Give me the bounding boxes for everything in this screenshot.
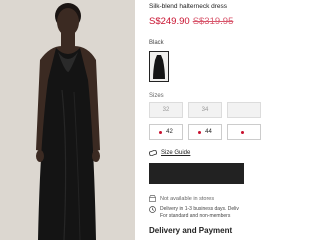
- size-label: 32: [162, 107, 170, 113]
- product-image[interactable]: [0, 0, 135, 240]
- delivery-info: Delivery in 1-3 business days. Deliv For…: [149, 206, 239, 220]
- original-price: S$319.95: [192, 16, 234, 27]
- delivery-icon: [149, 206, 156, 213]
- delivery-line-2: For standard and non-members: [160, 213, 231, 219]
- sizes-label: Sizes: [149, 93, 164, 99]
- size-option-42[interactable]: 42: [149, 124, 183, 140]
- size-label: 42: [166, 129, 173, 135]
- model-photo: [0, 0, 135, 240]
- size-guide-link[interactable]: Size Guide: [149, 150, 190, 156]
- product-title: Silk-blend halterneck dress: [149, 3, 228, 10]
- store-availability-text: Not available in stores: [160, 195, 215, 202]
- size-option-32[interactable]: 32: [149, 102, 183, 118]
- size-option[interactable]: [227, 124, 261, 140]
- add-to-bag-button[interactable]: [149, 163, 244, 184]
- low-stock-dot: [198, 130, 202, 134]
- size-label: 44: [205, 129, 212, 135]
- size-option-44[interactable]: 44: [188, 124, 222, 140]
- store-icon: [149, 195, 156, 202]
- size-guide-label: Size Guide: [161, 150, 191, 156]
- current-price: S$249.90: [149, 16, 190, 27]
- ruler-icon: [149, 150, 157, 156]
- store-availability: Not available in stores: [149, 195, 214, 202]
- size-option[interactable]: [227, 102, 261, 118]
- product-details: Silk-blend halterneck dress S$249.90 S$31…: [138, 0, 261, 240]
- low-stock-dot: [159, 130, 163, 134]
- delivery-payment-heading[interactable]: Delivery and Payment: [149, 226, 232, 235]
- size-label: 34: [201, 107, 209, 113]
- color-swatch-black[interactable]: [149, 51, 169, 82]
- dress-thumbnail: [153, 55, 165, 79]
- size-option-34[interactable]: 34: [188, 102, 222, 118]
- color-label: Black: [149, 40, 164, 46]
- price: S$249.90 S$319.95: [149, 16, 233, 27]
- delivery-line-1: Delivery in 1-3 business days. Deliv: [160, 206, 239, 212]
- low-stock-dot: [240, 130, 244, 134]
